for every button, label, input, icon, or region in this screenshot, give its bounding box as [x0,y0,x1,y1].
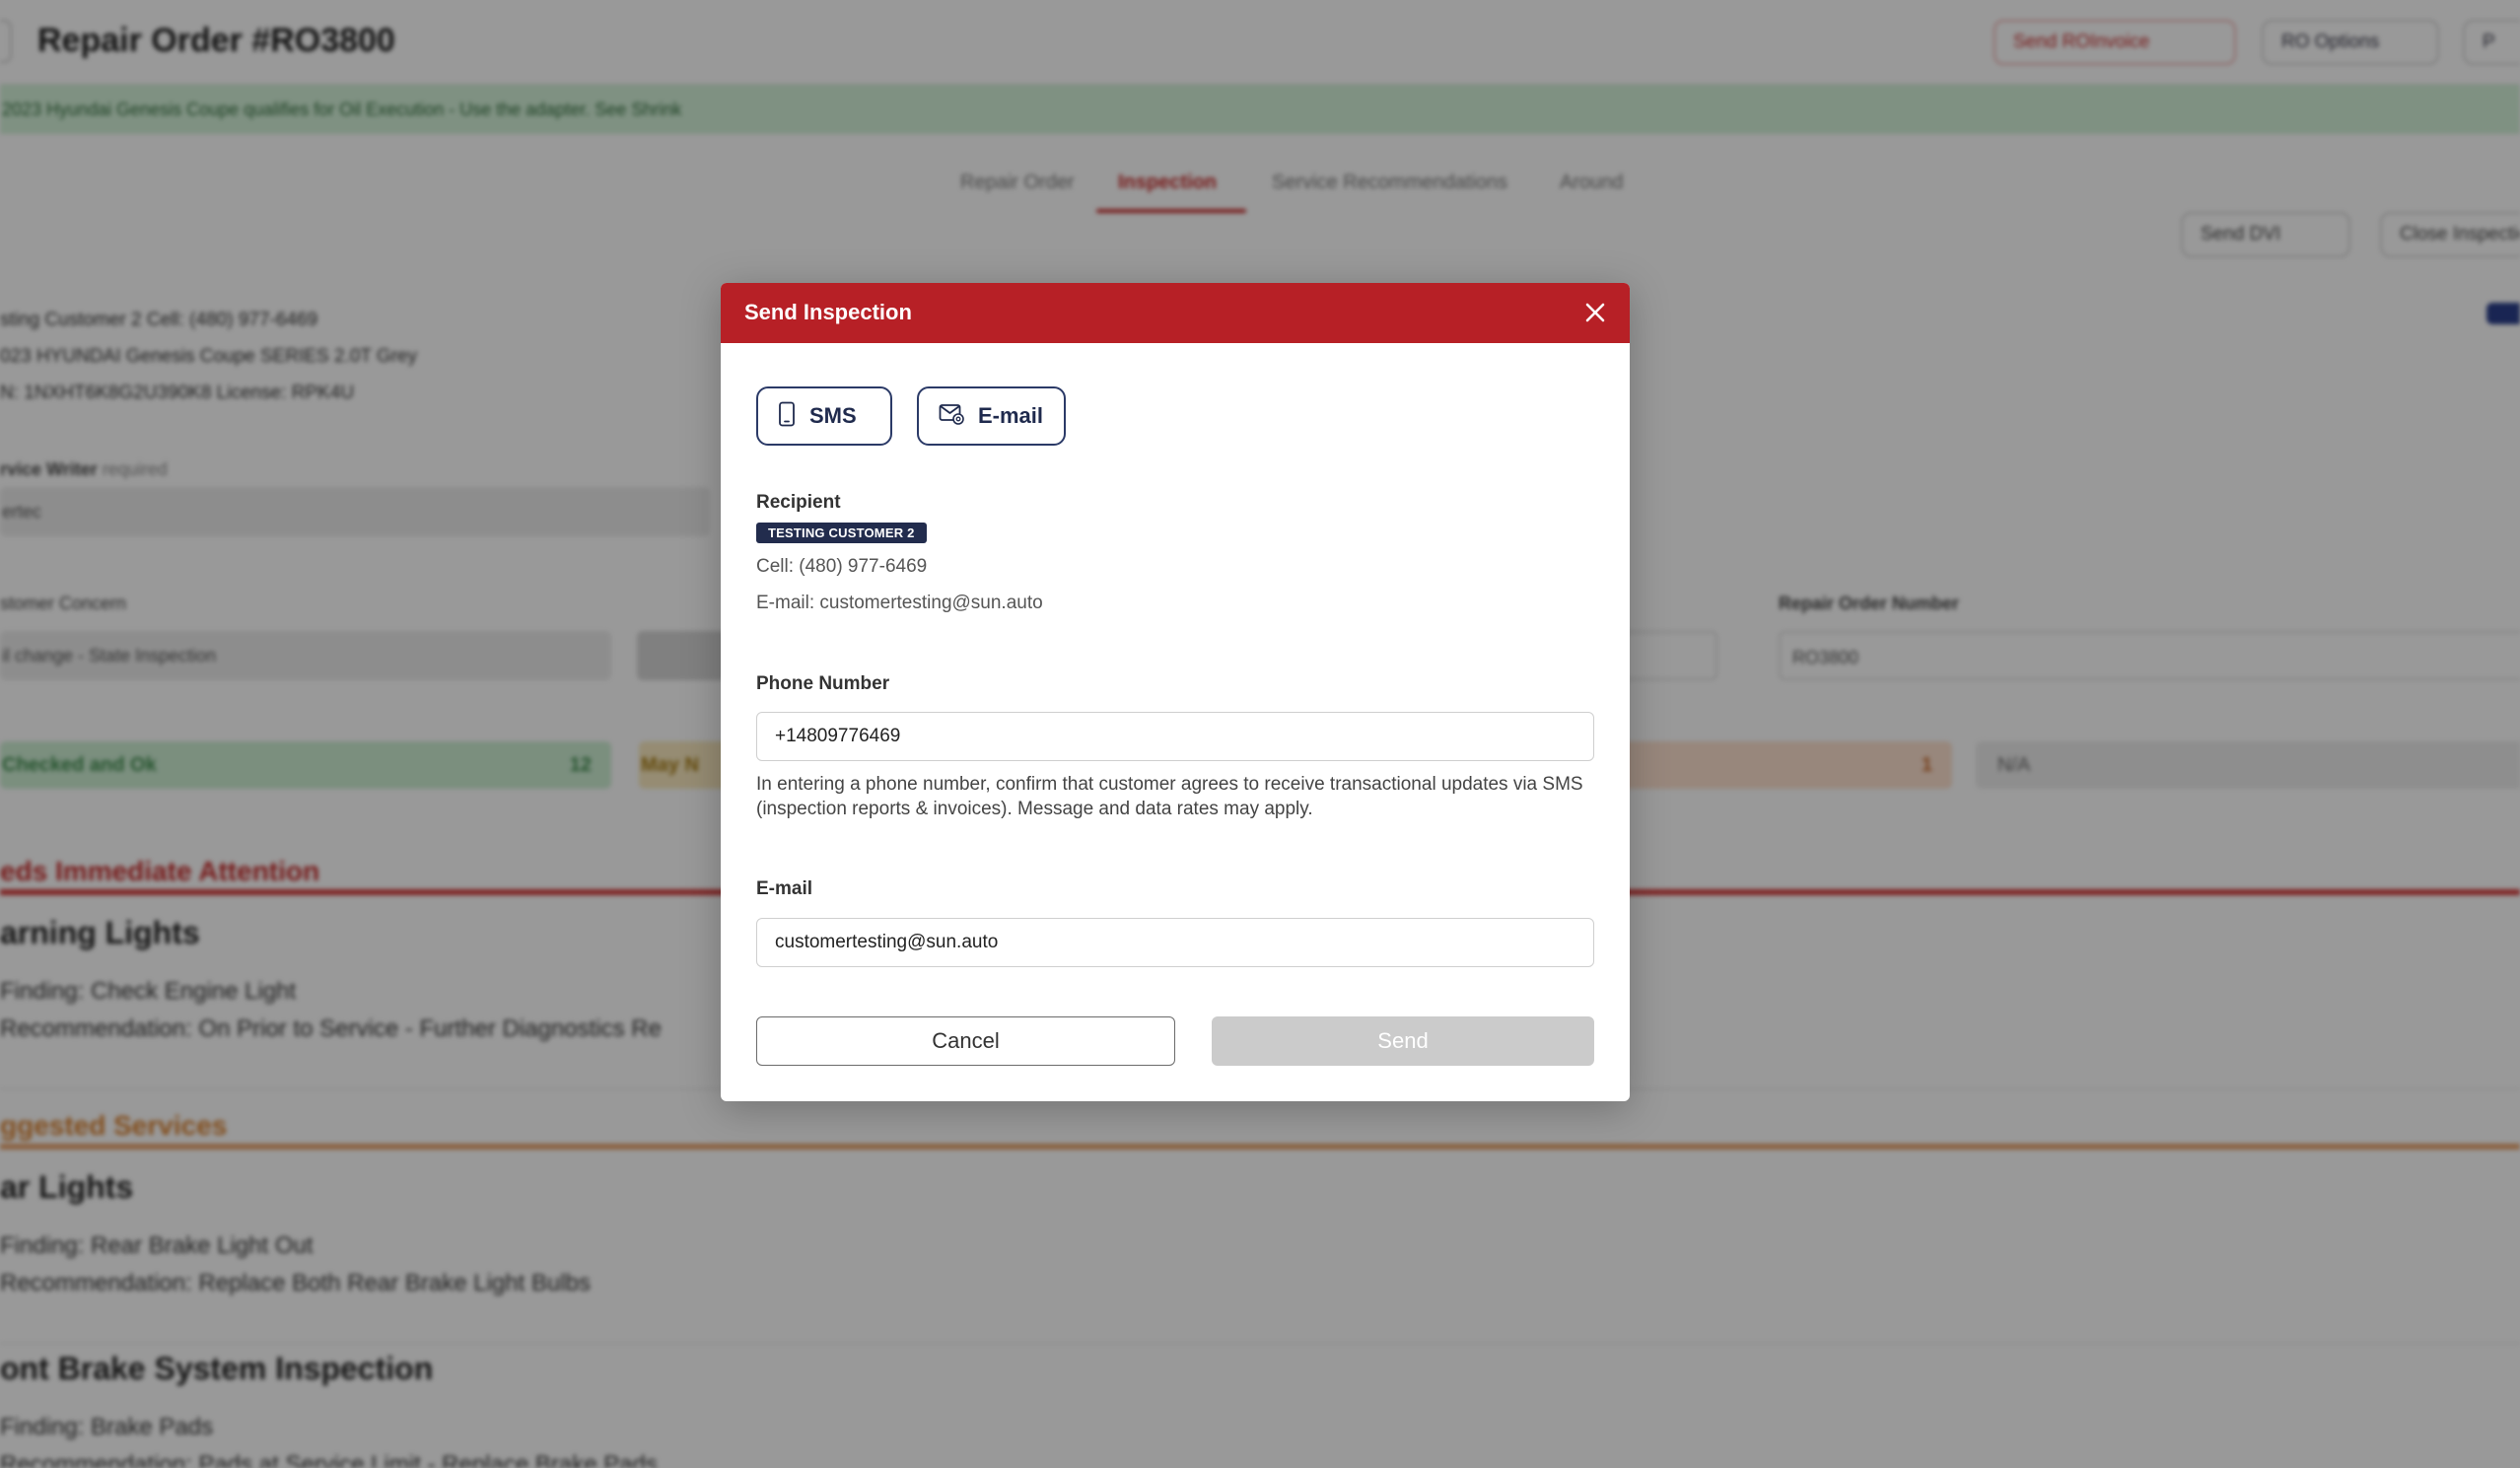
recipient-badge: TESTING CUSTOMER 2 [756,523,927,543]
send-inspection-dialog: Send Inspection SMS E-mail Recipient TES… [721,283,1630,1101]
dialog-header: Send Inspection [721,283,1630,343]
email-channel-button[interactable]: E-mail [917,386,1066,446]
send-button[interactable]: Send [1212,1016,1594,1066]
sms-label: SMS [809,403,857,428]
envelope-icon [939,402,964,431]
dialog-title: Send Inspection [744,300,912,324]
recipient-cell: Cell: (480) 977-6469 [756,556,928,577]
email-input[interactable] [756,918,1594,967]
phone-icon [778,401,796,432]
email-label-heading: E-mail [756,878,813,899]
recipient-label: Recipient [756,492,841,513]
sms-consent-note: In entering a phone number, confirm that… [756,774,1583,819]
phone-number-input[interactable] [756,712,1594,761]
email-label: E-mail [978,403,1044,428]
recipient-email: E-mail: customertesting@sun.auto [756,593,1043,613]
close-icon[interactable] [1580,298,1610,327]
phone-number-label: Phone Number [756,673,890,694]
sms-channel-button[interactable]: SMS [756,386,892,446]
cancel-button[interactable]: Cancel [756,1016,1175,1066]
